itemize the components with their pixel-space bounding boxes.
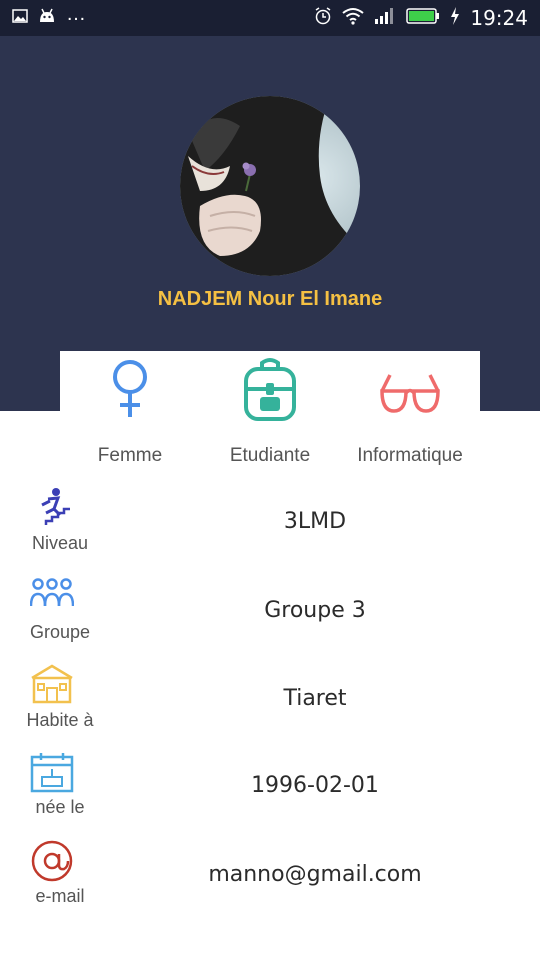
status-bar-left: … — [12, 4, 87, 29]
image-icon — [12, 8, 28, 28]
info-row-groupe: Groupe Groupe 3 — [0, 576, 540, 664]
more-dots-icon: … — [66, 3, 87, 25]
stairs-runner-icon — [30, 487, 74, 527]
wifi-icon — [342, 7, 364, 30]
signal-icon — [374, 7, 396, 30]
info-value: Groupe 3 — [264, 598, 366, 623]
info-value: 3LMD — [283, 509, 347, 534]
card-gender[interactable]: Femme — [60, 351, 200, 481]
house-icon — [30, 664, 74, 704]
battery-icon — [406, 7, 440, 29]
card-label: Informatique — [357, 445, 463, 466]
card-field[interactable]: Informatique — [340, 351, 480, 481]
info-value: Tiaret — [283, 686, 347, 711]
group-icon — [30, 576, 74, 616]
calendar-icon — [30, 751, 74, 793]
card-status[interactable]: Etudiante — [200, 351, 340, 481]
info-row-email: e-mail manno@gmail.com — [0, 840, 540, 928]
info-value[interactable]: manno@gmail.com — [110, 862, 520, 887]
info-label: Groupe — [29, 622, 91, 642]
card-label: Femme — [97, 445, 163, 466]
category-cards: Femme Etudiante Informatique — [60, 351, 480, 481]
info-row-nee: née le 1996-02-01 — [0, 751, 540, 839]
charging-icon — [450, 6, 460, 30]
avatar[interactable] — [180, 96, 360, 276]
info-row-niveau: Niveau 3LMD — [0, 487, 540, 575]
status-bar: … 19:24 — [0, 0, 540, 36]
info-label: Niveau — [31, 533, 89, 553]
alarm-icon — [314, 6, 332, 30]
at-sign-icon — [30, 840, 74, 882]
info-row-habite: Habite à Tiaret — [0, 664, 540, 752]
profile-name: NADJEM Nour El Imane — [157, 288, 383, 310]
card-label: Etudiante — [229, 445, 311, 466]
info-label: Habite à — [26, 710, 94, 730]
glasses-icon — [340, 357, 480, 421]
backpack-icon — [200, 357, 340, 421]
info-label: e-mail — [35, 886, 85, 906]
android-icon — [38, 8, 56, 29]
info-label: née le — [35, 797, 85, 817]
status-time: 19:24 — [470, 6, 528, 30]
female-symbol-icon — [60, 357, 200, 421]
info-value: 1996-02-01 — [251, 773, 379, 798]
status-bar-right: 19:24 — [314, 6, 528, 30]
